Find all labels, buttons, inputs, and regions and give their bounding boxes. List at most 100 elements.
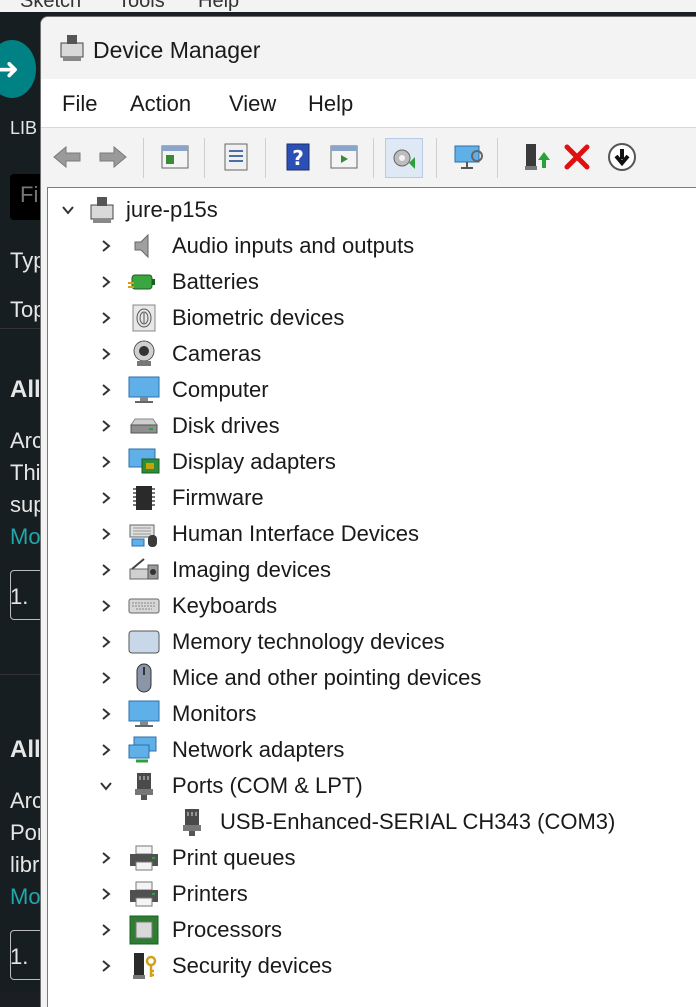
tree-category-item[interactable]: Memory technology devices xyxy=(96,624,445,660)
tree-item-label-print-queues: Print queues xyxy=(172,845,296,870)
hid-icon xyxy=(128,518,160,550)
chevron-right-icon[interactable] xyxy=(96,956,116,976)
chevron-right-icon[interactable] xyxy=(96,416,116,436)
chevron-right-icon[interactable] xyxy=(96,452,116,472)
scanner-icon xyxy=(128,554,160,586)
tree-item-label-usb-enhanced-serial-ch343-com3: USB-Enhanced-SERIAL CH343 (COM3) xyxy=(220,809,616,834)
update-driver-icon xyxy=(525,144,550,170)
chevron-right-icon[interactable] xyxy=(96,236,116,256)
tree-category-item[interactable]: Keyboards xyxy=(96,588,277,624)
tree-category-item[interactable]: Mice and other pointing devices xyxy=(96,660,481,696)
background-menu-sketch[interactable]: Sketch xyxy=(20,0,81,12)
tree-category-item[interactable]: Ports (COM & LPT) xyxy=(96,768,363,804)
tree-device-item[interactable]: USB-Enhanced-SERIAL CH343 (COM3) xyxy=(176,804,615,840)
camera-icon xyxy=(128,338,160,370)
tree-item-label-network-adapters: Network adapters xyxy=(172,737,345,762)
tree-category-item[interactable]: Firmware xyxy=(96,480,264,516)
printer-icon xyxy=(128,842,160,874)
monitor-button[interactable] xyxy=(451,138,487,176)
tree-category-item[interactable]: Disk drives xyxy=(96,408,280,444)
disable-icon xyxy=(608,143,636,171)
more-info-link[interactable]: Mo xyxy=(10,884,41,910)
tree-category-item[interactable]: Batteries xyxy=(96,264,259,300)
chevron-right-icon[interactable] xyxy=(96,596,116,616)
menu-view[interactable]: View xyxy=(229,91,276,117)
back-button[interactable] xyxy=(49,138,85,176)
chevron-down-icon[interactable] xyxy=(58,200,78,220)
tree-category-item[interactable]: Printers xyxy=(96,876,248,912)
chevron-right-icon[interactable] xyxy=(96,380,116,400)
chevron-right-icon[interactable] xyxy=(96,344,116,364)
menu-help[interactable]: Help xyxy=(308,91,353,117)
chevron-right-icon[interactable] xyxy=(96,308,116,328)
battery-icon xyxy=(128,266,160,298)
menu-action[interactable]: Action xyxy=(130,91,191,117)
library-title: All xyxy=(10,376,41,403)
computer-icon xyxy=(128,374,160,406)
chevron-right-icon[interactable] xyxy=(96,524,116,544)
chevron-right-icon[interactable] xyxy=(96,848,116,868)
forward-button[interactable] xyxy=(95,138,131,176)
tree-item-label-security-devices: Security devices xyxy=(172,953,333,978)
uninstall-button[interactable] xyxy=(559,138,595,176)
tree-category-item[interactable]: Network adapters xyxy=(96,732,344,768)
chevron-down-icon[interactable] xyxy=(96,776,116,796)
library-description: libr xyxy=(10,852,40,877)
tree-item-label-printers: Printers xyxy=(172,881,248,906)
tree-category-item[interactable]: Human Interface Devices xyxy=(96,516,419,552)
chevron-right-icon[interactable] xyxy=(96,272,116,292)
chevron-right-icon[interactable] xyxy=(96,632,116,652)
back-icon xyxy=(53,145,81,169)
more-info-link[interactable]: Mo xyxy=(10,524,41,550)
library-author: Arc xyxy=(10,428,42,453)
chevron-right-icon[interactable] xyxy=(96,668,116,688)
tree-category-item[interactable]: Security devices xyxy=(96,948,332,984)
chevron-right-icon[interactable] xyxy=(96,740,116,760)
monitor-icon xyxy=(128,698,160,730)
menu-file[interactable]: File xyxy=(62,91,97,117)
tree-category-item[interactable]: Biometric devices xyxy=(96,300,344,336)
printer-icon xyxy=(128,878,160,910)
scan-hardware-button[interactable] xyxy=(385,138,423,178)
properties-button[interactable] xyxy=(218,138,254,176)
tree-item-label-monitors: Monitors xyxy=(172,701,257,726)
tree-category-item[interactable]: Print queues xyxy=(96,840,296,876)
chevron-right-icon[interactable] xyxy=(96,884,116,904)
tree-root[interactable]: jure-p15s xyxy=(58,192,218,228)
security-key-icon xyxy=(128,950,160,982)
update-driver-button[interactable] xyxy=(517,138,553,176)
tree-category-item[interactable]: Cameras xyxy=(96,336,261,372)
properties-pane-icon xyxy=(161,145,189,169)
show-hide-button[interactable] xyxy=(326,138,362,176)
toolbar-separator xyxy=(204,138,205,178)
tree-category-item[interactable]: Imaging devices xyxy=(96,552,331,588)
help-icon: ? xyxy=(286,143,310,171)
help-button[interactable]: ? xyxy=(280,138,316,176)
library-manager-heading: LIB xyxy=(10,118,38,138)
tree-category-item[interactable]: Processors xyxy=(96,912,282,948)
library-description: Por xyxy=(10,820,42,845)
background-menu-tools[interactable]: Tools xyxy=(118,0,165,12)
keyboard-icon xyxy=(128,590,160,622)
mouse-icon xyxy=(128,662,160,694)
port-icon xyxy=(176,806,208,838)
tree-item-label-keyboards: Keyboards xyxy=(172,593,278,618)
tree-category-item[interactable]: Computer xyxy=(96,372,269,408)
tree-item-label-processors: Processors xyxy=(172,917,283,942)
port-icon xyxy=(128,770,160,802)
properties-pane-button[interactable] xyxy=(157,138,193,176)
show-hide-icon xyxy=(330,145,358,169)
tree-category-item[interactable]: Audio inputs and outputs xyxy=(96,228,414,264)
tree-item-label-firmware: Firmware xyxy=(172,485,264,510)
tree-category-item[interactable]: Monitors xyxy=(96,696,256,732)
chevron-right-icon[interactable] xyxy=(96,488,116,508)
disk-drive-icon xyxy=(128,410,160,442)
chevron-right-icon[interactable] xyxy=(96,920,116,940)
chevron-right-icon[interactable] xyxy=(96,560,116,580)
background-menu-help[interactable]: Help xyxy=(198,0,239,12)
chevron-right-icon[interactable] xyxy=(96,704,116,724)
svg-text:?: ? xyxy=(292,146,304,170)
tree-category-item[interactable]: Display adapters xyxy=(96,444,336,480)
title-bar[interactable]: Device Manager xyxy=(41,17,696,79)
disable-button[interactable] xyxy=(604,138,640,176)
